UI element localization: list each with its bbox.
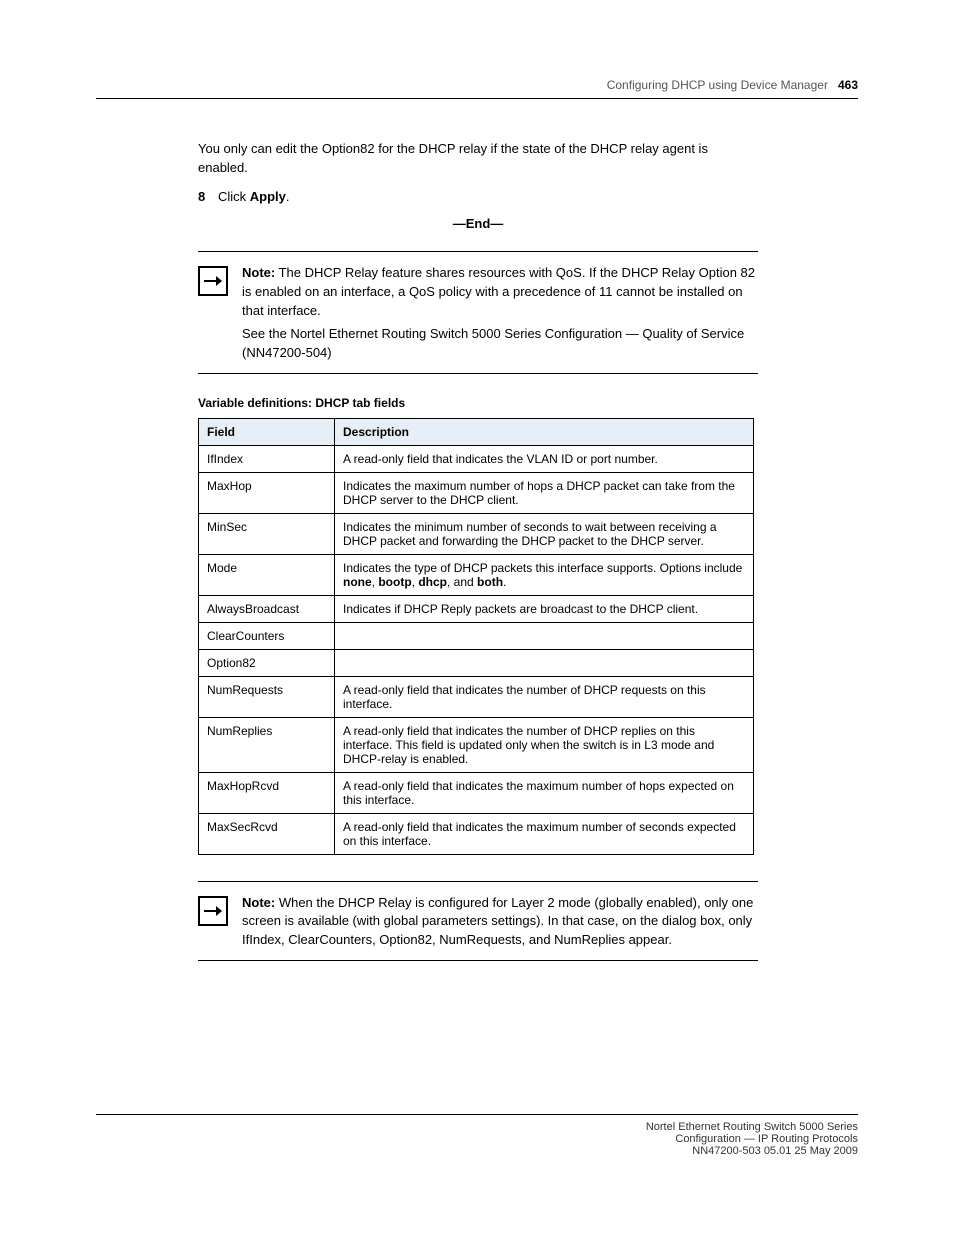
table-row: MaxHopIndicates the maximum number of ho… [199,472,754,513]
header-rule [96,98,858,99]
page-number: 463 [838,78,858,92]
table-row: MinSecIndicates the minimum number of se… [199,513,754,554]
table-caption: Variable definitions: DHCP tab fields [198,396,758,410]
table-row: Mode Indicates the type of DHCP packets … [199,554,754,595]
page-body: You only can edit the Option82 for the D… [198,140,758,961]
note-block-1: Note: The DHCP Relay feature shares reso… [198,264,758,362]
intro-paragraph: You only can edit the Option82 for the D… [198,140,758,178]
section-separator-2-bottom [198,960,758,961]
note-1-text: Note: The DHCP Relay feature shares reso… [242,264,758,362]
step-text: Click Apply. [218,188,758,207]
footer-rule [96,1114,858,1115]
section-separator-top [198,251,758,252]
page-header: Configuring DHCP using Device Manager 46… [607,78,858,92]
arrow-right-icon [198,896,228,926]
table-row: NumRepliesA read-only field that indicat… [199,717,754,772]
footer-text: Nortel Ethernet Routing Switch 5000 Seri… [96,1121,858,1157]
section-separator-2-top [198,881,758,882]
col-description: Description [335,418,754,445]
page-footer: Nortel Ethernet Routing Switch 5000 Seri… [96,1114,858,1157]
table-row: NumRequestsA read-only field that indica… [199,676,754,717]
table-row: MaxHopRcvdA read-only field that indicat… [199,772,754,813]
step-8: 8 Click Apply. [198,188,758,207]
mode-cell: Indicates the type of DHCP packets this … [335,554,754,595]
end-marker: —End— [198,215,758,234]
note-2-text: Note: When the DHCP Relay is configured … [242,894,758,951]
table-row: Option82 [199,649,754,676]
arrow-right-icon [198,266,228,296]
table-row: AlwaysBroadcastIndicates if DHCP Reply p… [199,595,754,622]
header-section-label: Configuring DHCP using Device Manager [607,78,828,92]
fields-table: Field Description IfIndexA read-only fie… [198,418,754,855]
note-block-2: Note: When the DHCP Relay is configured … [198,894,758,951]
table-row: ClearCounters [199,622,754,649]
col-field: Field [199,418,335,445]
step-number: 8 [198,188,218,207]
table-row: IfIndexA read-only field that indicates … [199,445,754,472]
table-row: MaxSecRcvdA read-only field that indicat… [199,813,754,854]
section-separator-bottom [198,373,758,374]
table-header-row: Field Description [199,418,754,445]
